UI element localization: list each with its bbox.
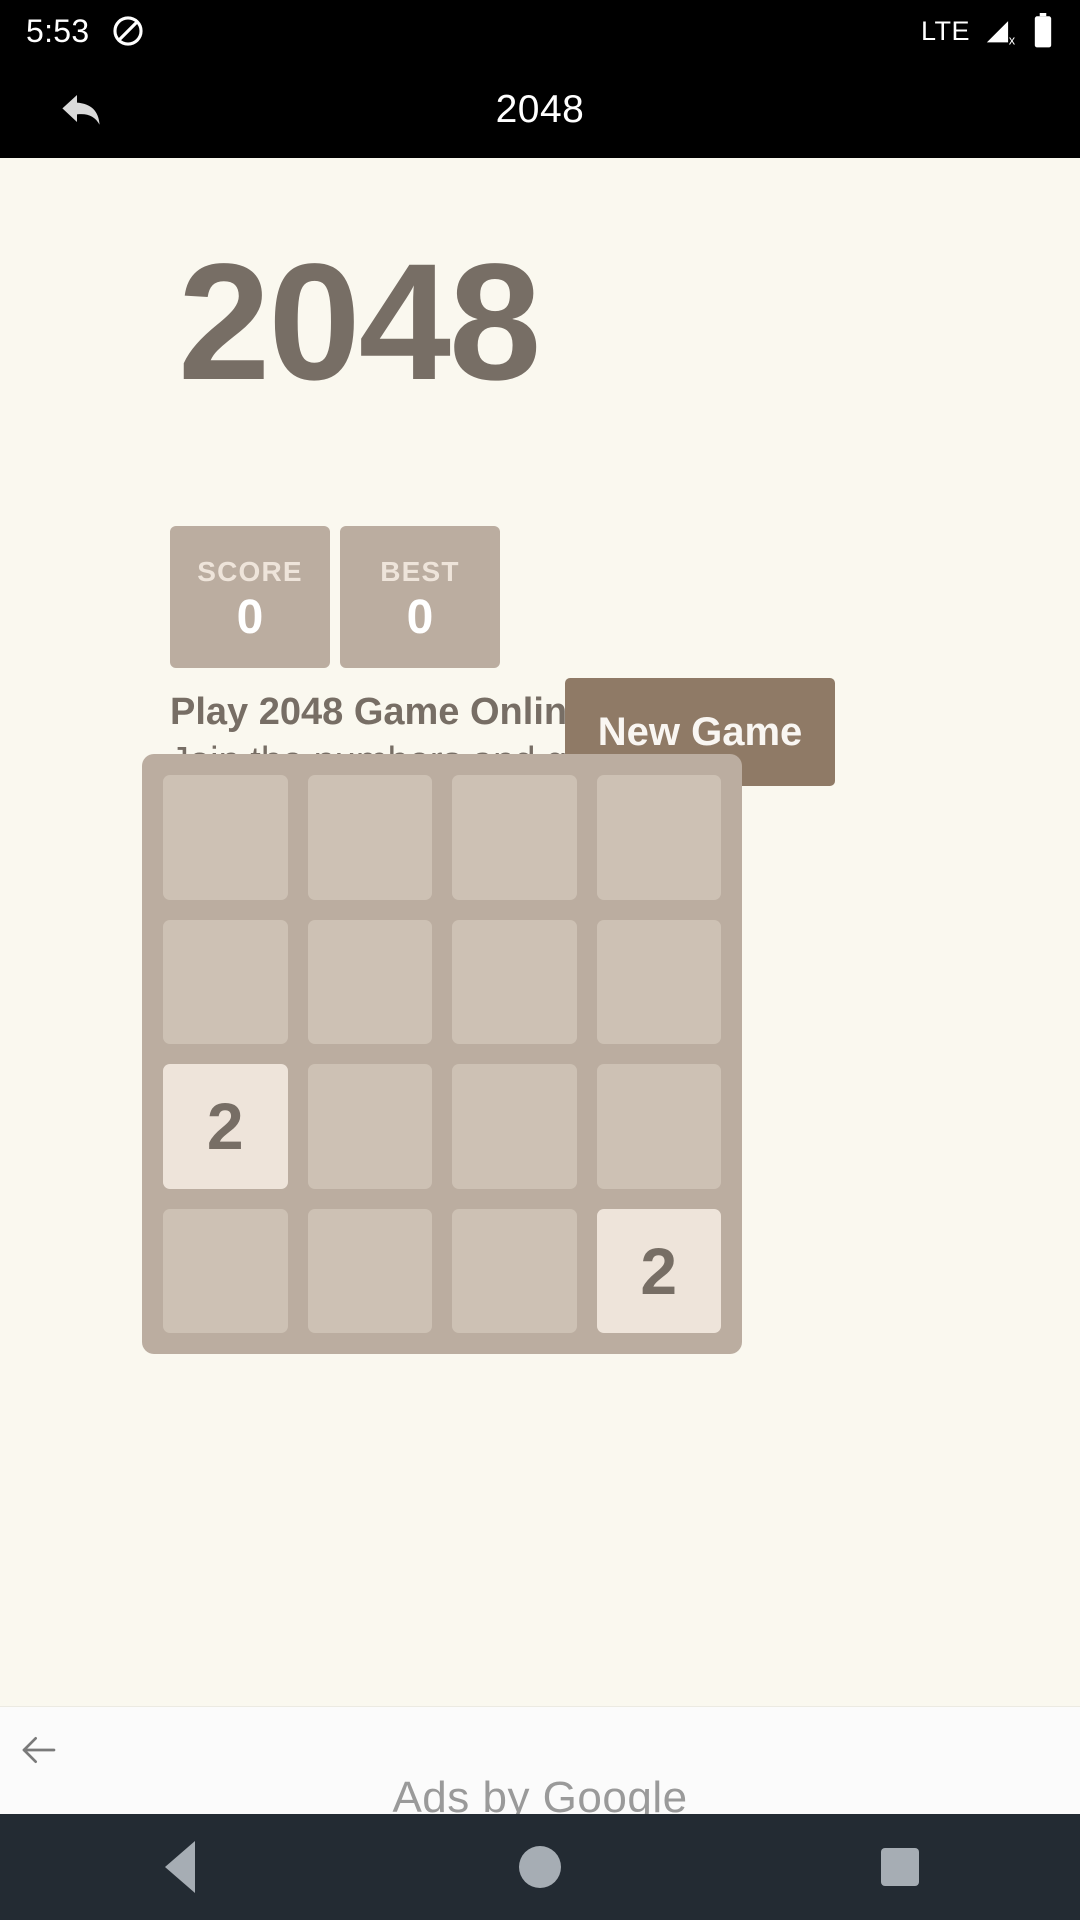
nav-recents-square-icon: [881, 1848, 919, 1886]
board-cell-empty: [163, 775, 288, 900]
battery-full-icon: [1032, 13, 1054, 49]
best-box: BEST 0: [340, 526, 500, 668]
nav-home-circle-icon: [519, 1846, 561, 1888]
status-bar-left: 5:53: [26, 13, 145, 50]
signal-no-service-icon: x: [984, 15, 1018, 47]
score-value: 0: [236, 591, 264, 644]
board-cell-empty: [163, 1208, 288, 1333]
ad-back-button[interactable]: [12, 1729, 66, 1775]
screen-root: 5:53 LTE x 2048 2048 SCORE 0 BEST 0 Play…: [0, 0, 1080, 1920]
board-cell-empty: [163, 919, 288, 1044]
board-cell-empty: [452, 1064, 577, 1189]
game-board[interactable]: 22: [142, 754, 742, 1354]
android-nav-bar: [0, 1814, 1080, 1920]
nav-recents-button[interactable]: [825, 1814, 975, 1920]
best-label: BEST: [380, 556, 460, 587]
board-cell-empty: [452, 775, 577, 900]
status-time: 5:53: [26, 12, 90, 49]
app-bar-title: 2048: [495, 88, 585, 131]
do-not-disturb-icon: [111, 14, 145, 48]
nav-home-button[interactable]: [465, 1814, 615, 1920]
back-arrow-icon: [56, 84, 112, 137]
score-box: SCORE 0: [170, 526, 330, 668]
score-label: SCORE: [197, 556, 303, 587]
board-cell-empty: [307, 775, 432, 900]
board-cell-empty: [307, 1064, 432, 1189]
network-label: LTE: [920, 15, 970, 46]
nav-back-triangle-icon: [165, 1841, 195, 1893]
app-bar-back-button[interactable]: [48, 80, 120, 140]
status-bar: 5:53 LTE x: [0, 0, 1080, 62]
svg-text:x: x: [1009, 32, 1016, 47]
board-grid[interactable]: 22: [163, 775, 721, 1333]
board-cell-empty: [596, 775, 721, 900]
status-bar-right: LTE x: [921, 13, 1054, 49]
board-cell-empty: [307, 919, 432, 1044]
nav-back-button[interactable]: [105, 1814, 255, 1920]
board-tile-2: 2: [596, 1208, 721, 1333]
game-page: 2048 SCORE 0 BEST 0 Play 2048 Game Onlin…: [0, 158, 1080, 1706]
app-bar: 2048: [0, 62, 1080, 158]
board-tile-2: 2: [163, 1064, 288, 1189]
best-value: 0: [406, 591, 434, 644]
board-cell-empty: [452, 919, 577, 1044]
board-cell-empty: [596, 1064, 721, 1189]
game-heading: 2048: [178, 230, 541, 415]
board-cell-empty: [307, 1208, 432, 1333]
back-arrow-icon: [19, 1733, 59, 1772]
ad-strip: Ads by Google: [0, 1706, 1080, 1822]
board-cell-empty: [596, 919, 721, 1044]
tagline-line-1: Play 2048 Game Online: [170, 691, 589, 733]
board-cell-empty: [452, 1208, 577, 1333]
score-container: SCORE 0 BEST 0: [170, 526, 500, 668]
